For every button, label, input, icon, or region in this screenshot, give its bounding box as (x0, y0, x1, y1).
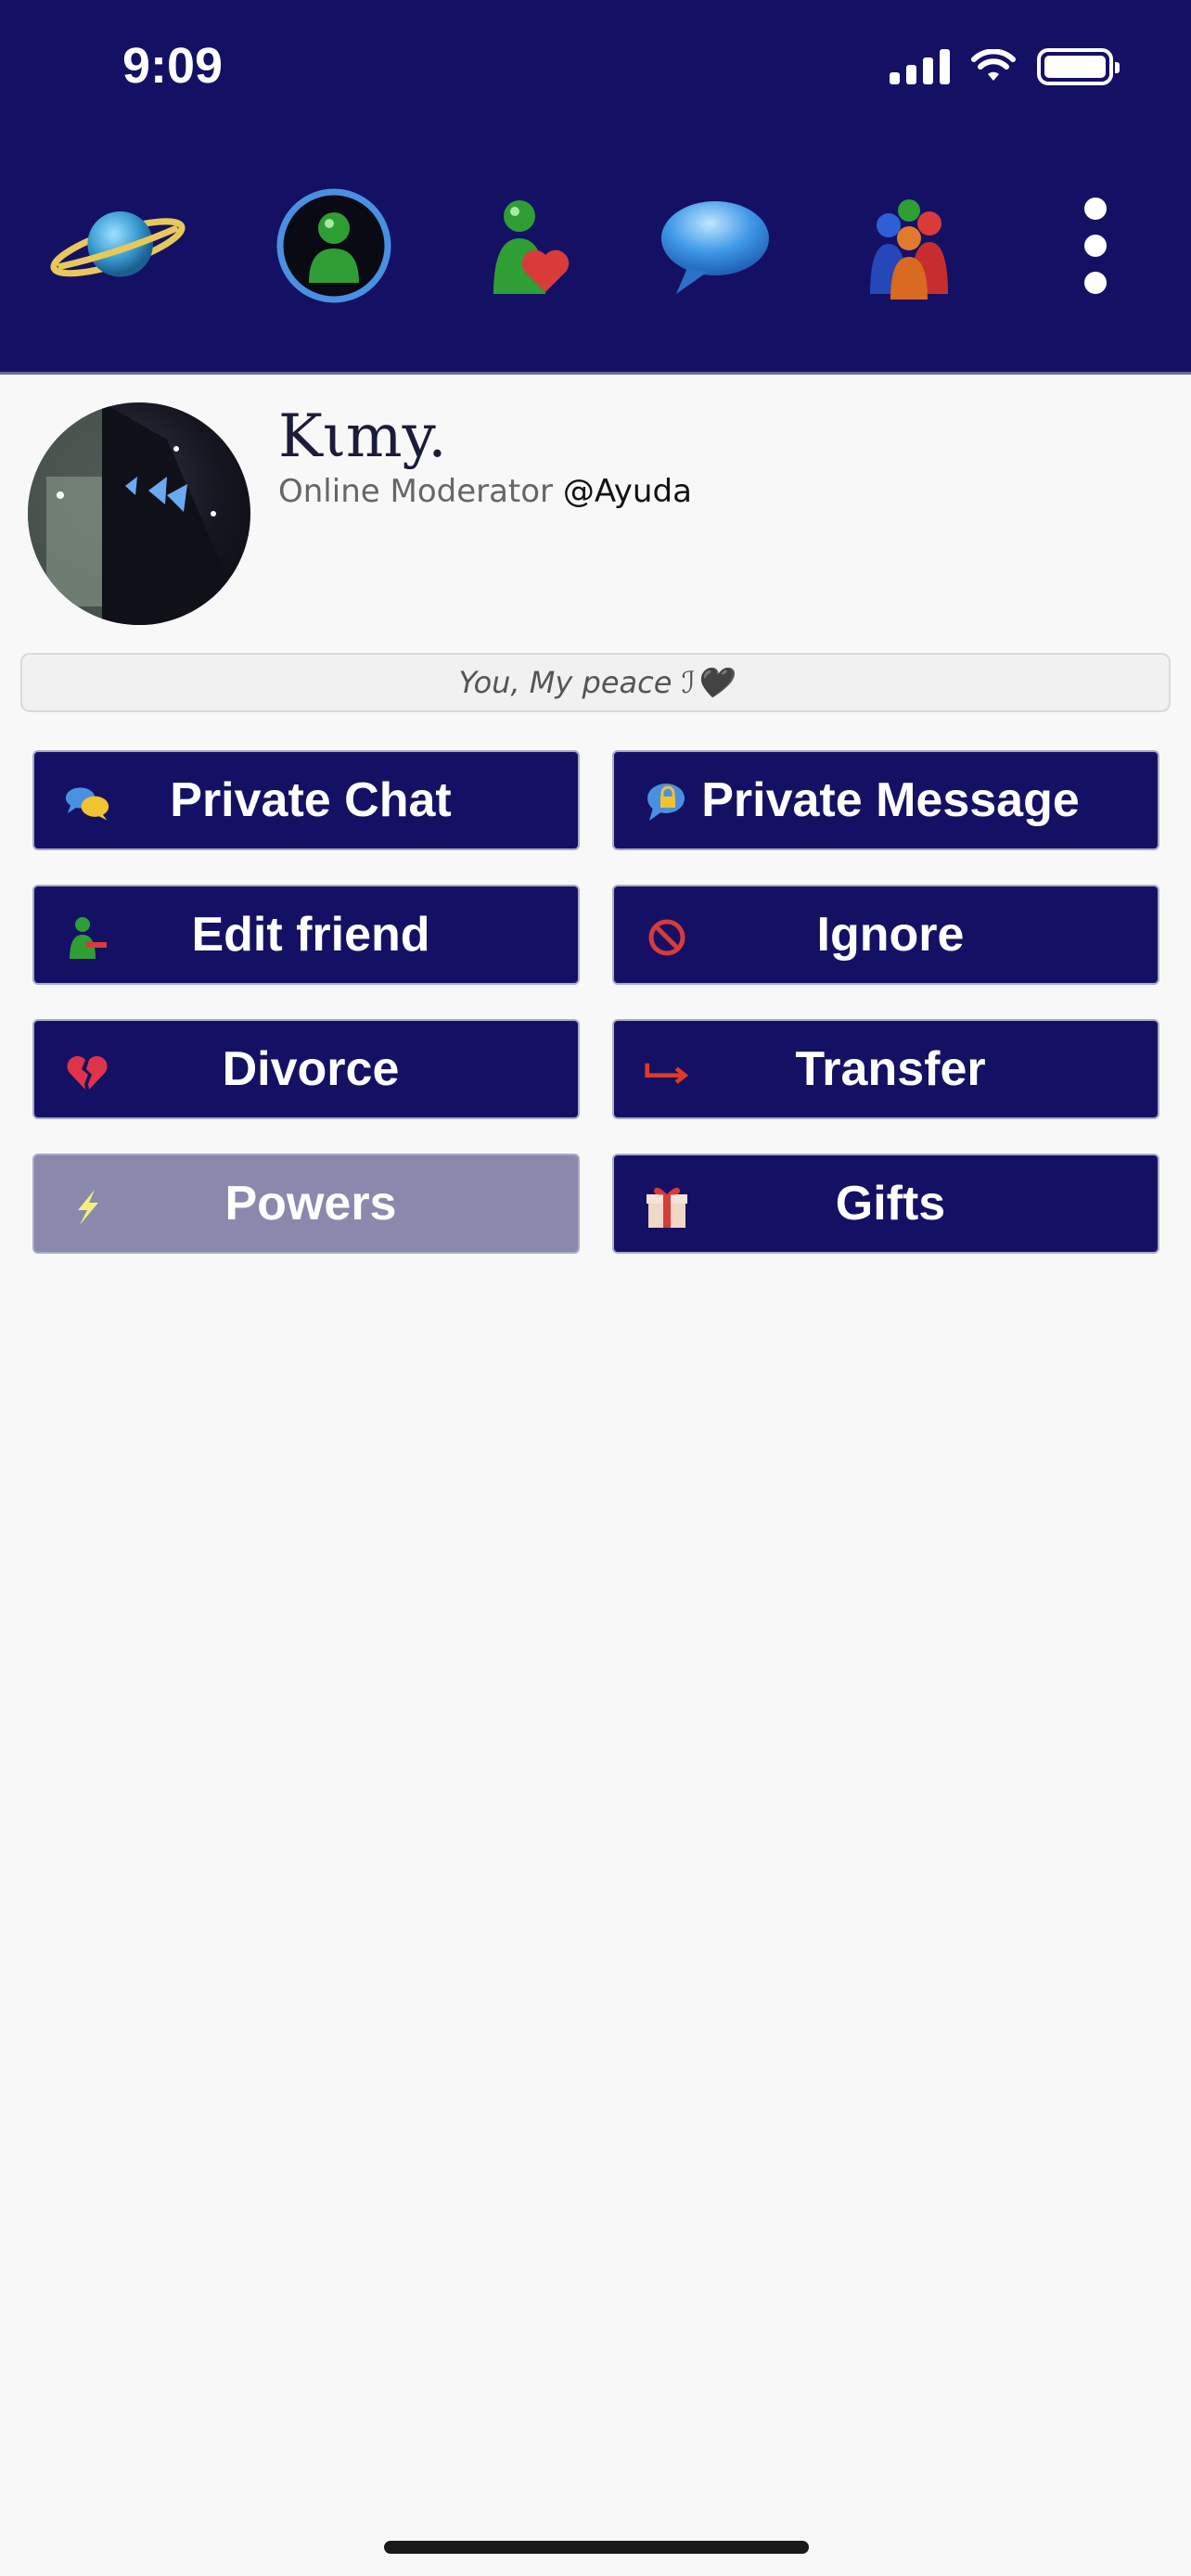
users-group-icon (870, 199, 948, 300)
nav-item-chat[interactable] (645, 176, 784, 315)
powers-label: Powers (224, 1177, 397, 1231)
profile-role: Online Moderator (278, 473, 554, 510)
more-vertical-icon (1084, 198, 1107, 294)
profile-role-line: Online Moderator @Ayuda (278, 473, 692, 510)
gifts-label: Gifts (835, 1177, 946, 1231)
home-indicator (384, 2541, 809, 2554)
divorce-label: Divorce (222, 1042, 400, 1096)
status-time: 9:09 (122, 38, 224, 94)
status-icons (890, 48, 1120, 85)
ignore-button[interactable]: Ignore (612, 885, 1159, 985)
private-chat-button[interactable]: Private Chat (32, 750, 580, 850)
nav-item-planet[interactable] (48, 176, 187, 315)
cellular-signal-icon (890, 49, 950, 84)
top-nav (0, 176, 1191, 325)
transfer-label: Transfer (795, 1042, 986, 1096)
chat-bubble-icon (661, 201, 769, 294)
battery-icon (1037, 48, 1120, 85)
chat-bubbles-icon (64, 780, 110, 826)
block-icon (644, 914, 690, 961)
private-message-label: Private Message (701, 773, 1080, 827)
planet-icon (50, 210, 186, 277)
avatar-image (28, 402, 232, 625)
nav-item-profile[interactable] (264, 176, 403, 315)
edit-friend-label: Edit friend (191, 908, 430, 962)
private-message-button[interactable]: Private Message (612, 750, 1159, 850)
nav-item-rooms[interactable] (839, 176, 979, 315)
nav-item-friends[interactable] (459, 176, 598, 315)
profile-status-message: You, My peace ℐ🖤 (20, 653, 1171, 712)
friend-heart-icon (493, 200, 570, 294)
lightning-icon (64, 1183, 110, 1230)
wifi-icon (971, 49, 1016, 81)
more-menu-button[interactable] (1026, 176, 1165, 315)
divorce-button[interactable]: Divorce (32, 1019, 580, 1119)
private-chat-label: Private Chat (170, 773, 452, 827)
ignore-label: Ignore (816, 908, 965, 962)
arrow-transfer-icon (644, 1049, 690, 1095)
profile-username: Kιmy. (278, 402, 447, 471)
lock-message-icon (644, 780, 690, 826)
remove-friend-icon (64, 914, 110, 961)
transfer-button[interactable]: Transfer (612, 1019, 1159, 1119)
profile-handle[interactable]: @Ayuda (563, 473, 692, 510)
gift-icon (644, 1183, 690, 1230)
top-bar: 9:09 (0, 0, 1191, 375)
gifts-button[interactable]: Gifts (612, 1154, 1159, 1254)
broken-heart-icon (64, 1049, 110, 1095)
powers-button[interactable]: Powers (32, 1154, 580, 1254)
edit-friend-button[interactable]: Edit friend (32, 885, 580, 985)
user-profile-icon (276, 188, 391, 303)
avatar[interactable] (28, 402, 250, 625)
